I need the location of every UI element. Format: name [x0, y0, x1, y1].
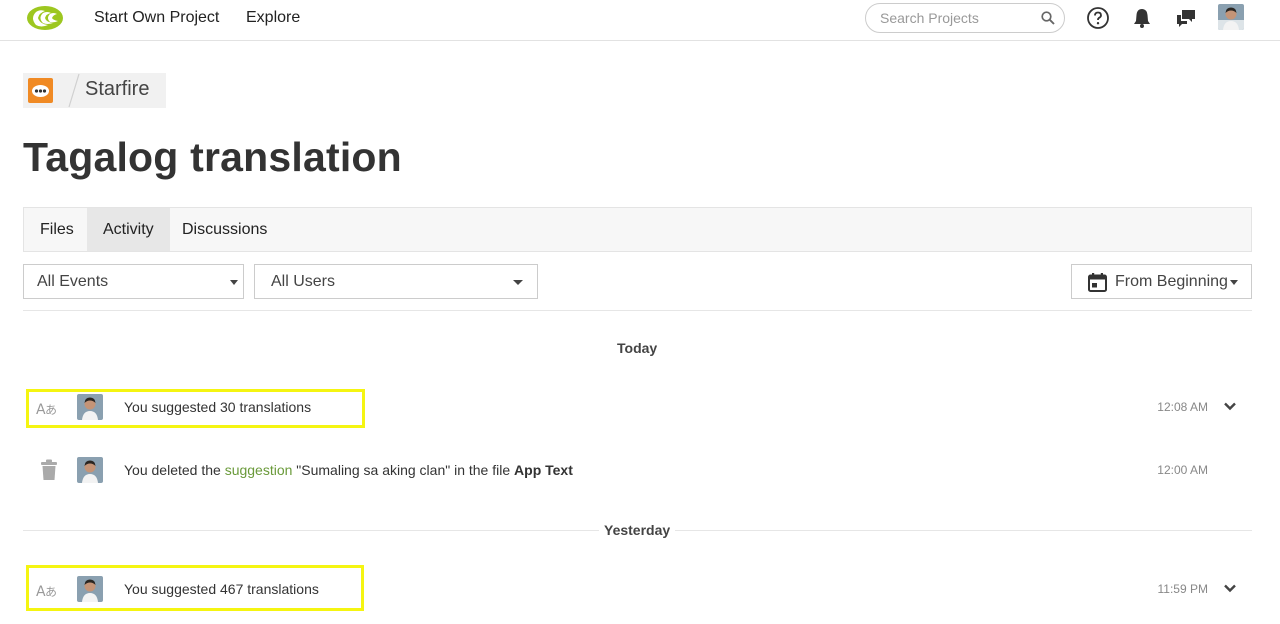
date-range-button[interactable]: From Beginning — [1071, 264, 1252, 299]
activity-text-middle: "Sumaling sa aking clan" in the file — [292, 462, 515, 478]
avatar[interactable] — [77, 457, 103, 483]
events-filter-value: All Events — [37, 273, 109, 290]
top-navbar: Start Own Project Explore — [0, 0, 1280, 41]
avatar[interactable] — [77, 576, 103, 602]
activity-text: You suggested 467 translations — [124, 581, 319, 597]
messages-icon[interactable] — [1174, 6, 1198, 30]
filters-divider — [23, 310, 1252, 311]
search-box — [865, 3, 1065, 33]
dropdown-arrow-icon — [513, 280, 523, 285]
chevron-down-icon[interactable] — [1223, 581, 1237, 595]
translate-icon: A あ — [36, 402, 57, 418]
tab-files[interactable]: Files — [24, 208, 90, 251]
search-icon[interactable] — [1041, 11, 1055, 25]
breadcrumb-separator — [68, 73, 80, 108]
tab-bar: Files Activity Discussions — [23, 207, 1252, 252]
activity-item: You deleted the suggestion "Sumaling sa … — [23, 450, 1252, 490]
dropdown-arrow-icon — [1230, 280, 1238, 285]
bell-icon[interactable] — [1130, 6, 1154, 30]
events-filter-select[interactable]: All Events — [23, 264, 244, 299]
users-filter-select[interactable]: All Users — [254, 264, 538, 299]
activity-item: A あ You suggested 467 translations 11:59… — [23, 569, 1252, 609]
activity-text-prefix: You deleted the — [124, 462, 225, 478]
avatar[interactable] — [77, 394, 103, 420]
translate-icon: A あ — [36, 584, 57, 600]
activity-time: 12:08 AM — [1157, 400, 1208, 414]
file-name[interactable]: App Text — [514, 462, 573, 478]
start-own-project-link[interactable]: Start Own Project — [94, 9, 219, 27]
dropdown-arrow-icon — [230, 280, 238, 285]
crowdin-logo[interactable] — [26, 4, 64, 32]
trash-icon — [41, 459, 57, 480]
explore-link[interactable]: Explore — [246, 9, 300, 27]
activity-text: You suggested 30 translations — [124, 399, 312, 415]
help-icon[interactable] — [1086, 6, 1110, 30]
activity-time: 11:59 PM — [1157, 582, 1208, 596]
day-header-today: Today — [612, 340, 663, 356]
breadcrumb: Starfire — [23, 73, 166, 108]
tab-activity[interactable]: Activity — [87, 208, 170, 251]
activity-item: A あ You suggested 30 translations 12:08 … — [23, 387, 1252, 427]
calendar-icon — [1088, 273, 1107, 292]
user-avatar[interactable] — [1218, 4, 1244, 30]
svg-text:あ: あ — [45, 585, 57, 599]
project-logo[interactable] — [28, 78, 53, 103]
date-range-value: From Beginning — [1115, 273, 1228, 290]
page-title: Tagalog translation — [23, 134, 402, 180]
day-header-yesterday: Yesterday — [599, 522, 676, 538]
breadcrumb-project-name[interactable]: Starfire — [85, 78, 149, 101]
suggestion-link[interactable]: suggestion — [225, 462, 293, 478]
tab-discussions[interactable]: Discussions — [166, 208, 283, 251]
activity-time: 12:00 AM — [1157, 463, 1208, 477]
users-filter-value: All Users — [271, 273, 336, 290]
chevron-down-icon[interactable] — [1223, 399, 1237, 413]
svg-text:あ: あ — [45, 403, 57, 417]
search-input[interactable] — [880, 10, 1040, 26]
activity-text: You deleted the suggestion "Sumaling sa … — [124, 462, 573, 478]
